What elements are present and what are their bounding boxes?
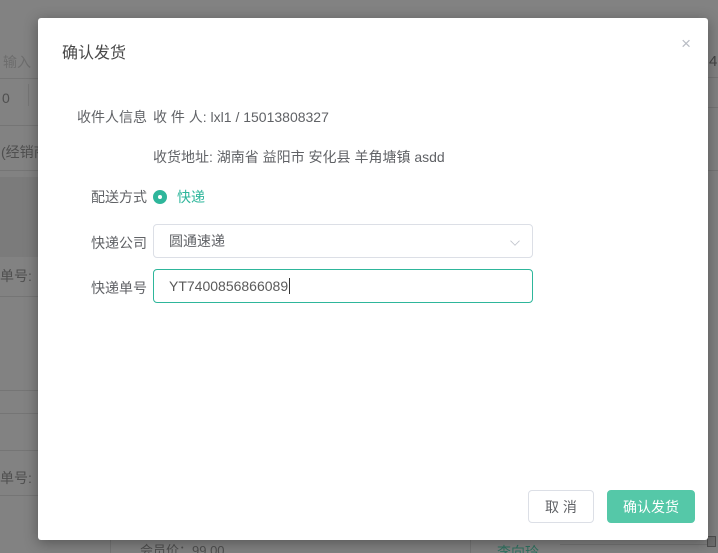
tracking-number-label: 快递单号 [62, 278, 147, 298]
address-value: 收货地址: 湖南省 益阳市 安化县 羊角塘镇 asdd [153, 147, 445, 167]
close-icon[interactable]: × [681, 35, 691, 52]
express-company-label: 快递公司 [62, 233, 147, 253]
bg-divider [708, 77, 718, 78]
recipient-value: 收 件 人: lxl1 / 15013808327 [153, 107, 329, 127]
bg-order-no-fragment: 单号: [0, 266, 32, 286]
bg-divider [560, 544, 708, 545]
recipient-info-label: 收件人信息 [62, 107, 147, 127]
bg-page-icon [707, 536, 716, 547]
bg-table-header-band [0, 177, 38, 257]
bg-divider [708, 107, 718, 108]
bg-divider [0, 296, 38, 297]
dialog-title: 确认发货 [62, 39, 126, 63]
address-row: 收货地址: 湖南省 益阳市 安化县 羊角塘镇 asdd [38, 147, 708, 167]
bg-divider [0, 450, 38, 451]
bg-zero-fragment: 0 [2, 90, 10, 106]
delivery-express-radio[interactable]: 快递 [153, 187, 205, 207]
bg-order-no-fragment: 单号: [0, 468, 32, 488]
bg-divider [0, 78, 38, 79]
delivery-express-label: 快递 [177, 187, 205, 207]
confirm-shipment-button[interactable]: 确认发货 [607, 490, 695, 523]
tracking-number-row: 快递单号 YT7400856866089 [38, 269, 708, 303]
confirm-shipment-dialog: 确认发货 × 收件人信息 收 件 人: lxl1 / 15013808327 收… [38, 18, 708, 540]
radio-selected-icon [153, 190, 167, 204]
tracking-number-input[interactable]: YT7400856866089 [153, 269, 533, 303]
bg-column-divider [110, 540, 111, 553]
bg-name-fragment: 李向玲 [497, 542, 539, 553]
bg-divider [0, 413, 38, 414]
delivery-method-label: 配送方式 [62, 187, 147, 207]
express-company-row: 快递公司 圆通速递 [38, 224, 708, 258]
bg-divider [708, 170, 718, 171]
express-company-select[interactable]: 圆通速递 [153, 224, 533, 258]
cancel-button[interactable]: 取 消 [528, 490, 594, 523]
bg-divider [0, 125, 38, 126]
express-company-value: 圆通速递 [169, 231, 225, 251]
bg-divider [0, 390, 38, 391]
text-cursor [289, 278, 290, 294]
recipient-info-row: 收件人信息 收 件 人: lxl1 / 15013808327 [38, 107, 708, 127]
dialog-footer: 取 消 确认发货 [528, 490, 695, 523]
bg-divider [0, 170, 38, 171]
chevron-down-icon [510, 236, 520, 246]
tracking-number-value: YT7400856866089 [169, 278, 288, 294]
bg-divider [0, 495, 38, 496]
bg-number-fragment: 4 [709, 53, 717, 70]
bg-price-fragment: 会员价：99.00 [140, 540, 225, 553]
bg-column-divider [470, 540, 471, 553]
delivery-method-row: 配送方式 快递 [38, 187, 708, 207]
bg-divider [28, 84, 29, 106]
bg-placeholder-fragment: 输入 [3, 52, 31, 72]
